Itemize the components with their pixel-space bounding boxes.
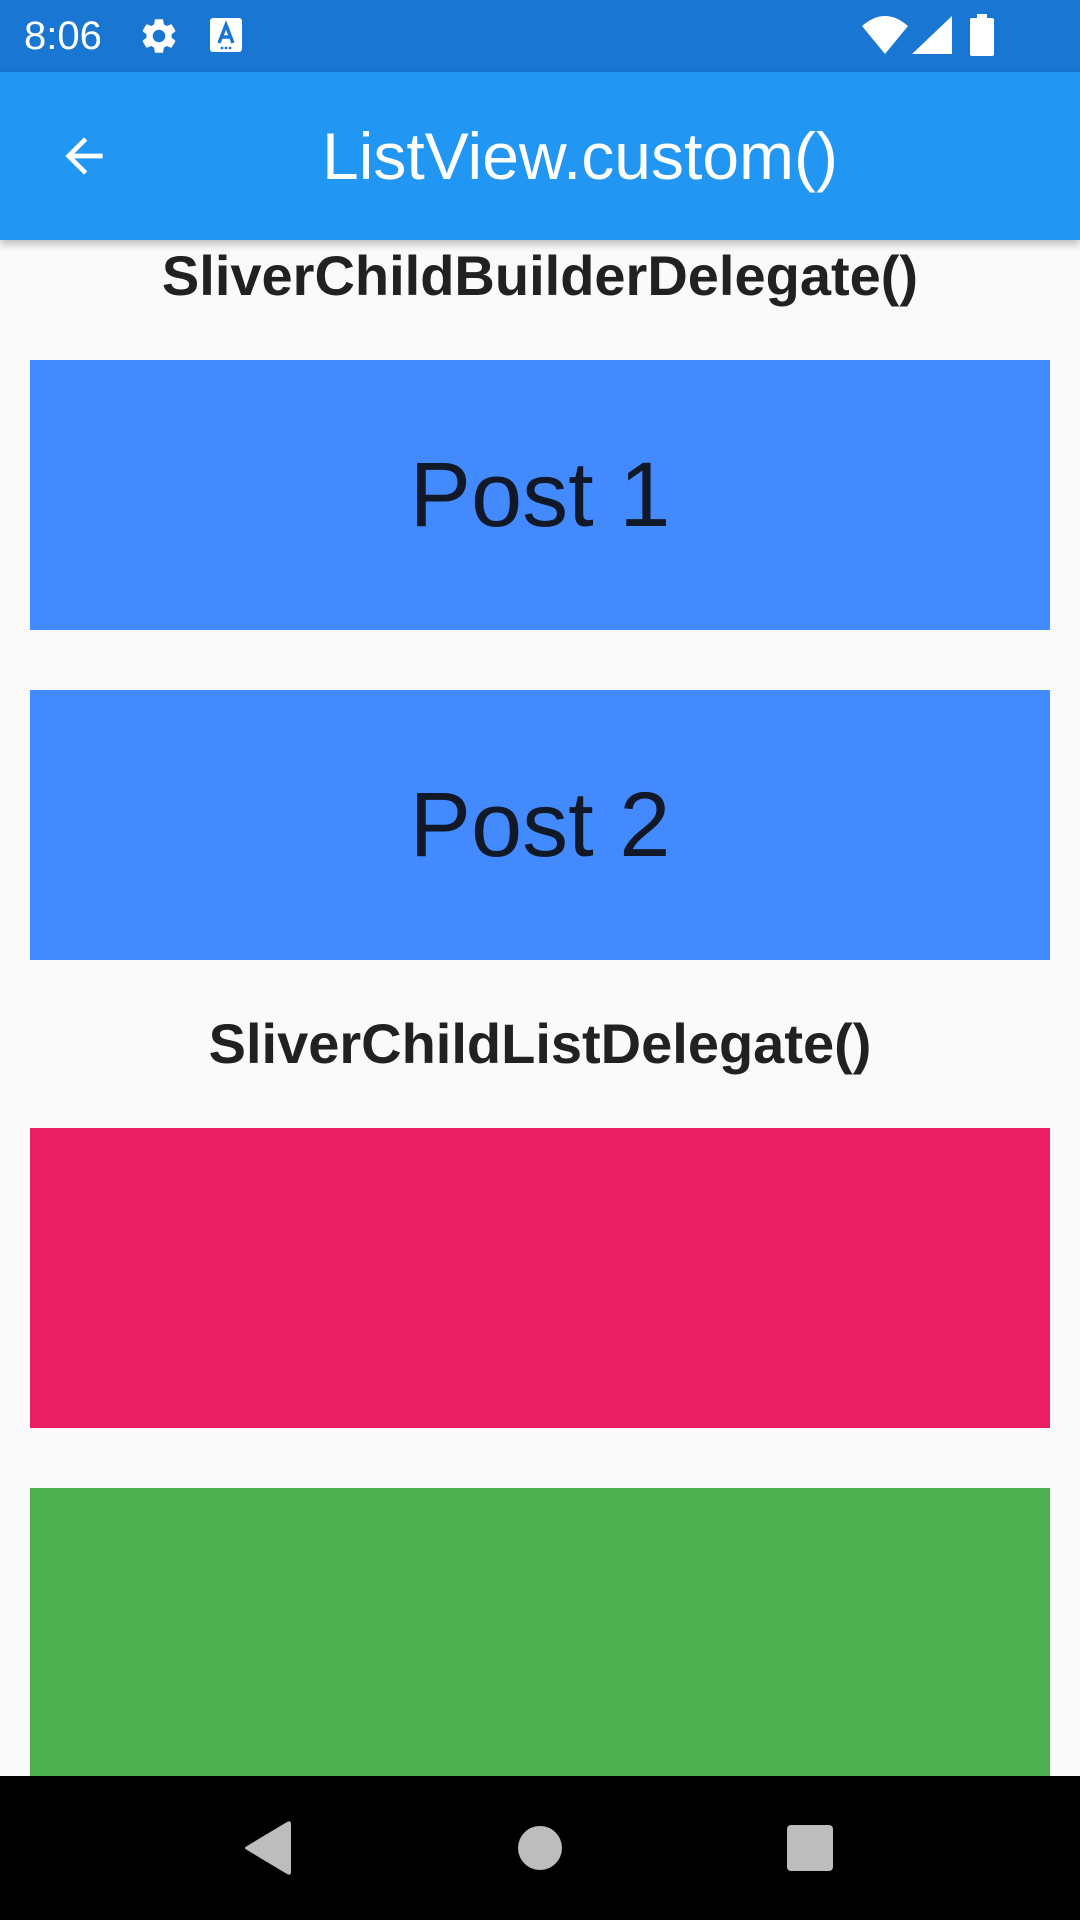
wifi-icon xyxy=(862,16,908,59)
keyboard-a-icon xyxy=(210,18,242,57)
back-triangle-icon xyxy=(245,1821,291,1875)
nav-back-button[interactable] xyxy=(218,1798,318,1898)
recents-square-icon xyxy=(787,1825,833,1871)
green-block xyxy=(30,1488,1050,1776)
post-card: Post 2 xyxy=(30,690,1050,960)
status-time: 8:06 xyxy=(24,14,102,58)
home-circle-icon xyxy=(518,1826,562,1870)
nav-home-button[interactable] xyxy=(490,1798,590,1898)
post-label: Post 1 xyxy=(409,443,671,546)
list-view[interactable]: SliverChildBuilderDelegate() Post 1 Post… xyxy=(0,240,1080,1776)
settings-icon xyxy=(138,15,180,62)
pink-block xyxy=(30,1128,1050,1428)
section-heading-builder-delegate: SliverChildBuilderDelegate() xyxy=(161,244,919,307)
battery-icon xyxy=(970,14,994,61)
signal-icon xyxy=(912,16,952,59)
arrow-back-icon xyxy=(65,137,103,175)
navigation-bar xyxy=(0,1776,1080,1920)
back-button[interactable] xyxy=(42,114,126,198)
section-heading-list-delegate: SliverChildListDelegate() xyxy=(208,1012,872,1075)
nav-recents-button[interactable] xyxy=(760,1798,860,1898)
app-bar: ListView.custom() xyxy=(0,72,1080,240)
post-card: Post 1 xyxy=(30,360,1050,630)
post-label: Post 2 xyxy=(409,773,671,876)
screen: 8:06 ListView.custom() SliverChildBuilde… xyxy=(0,0,1080,1920)
status-bar: 8:06 xyxy=(0,0,1080,72)
page-title: ListView.custom() xyxy=(322,119,838,193)
